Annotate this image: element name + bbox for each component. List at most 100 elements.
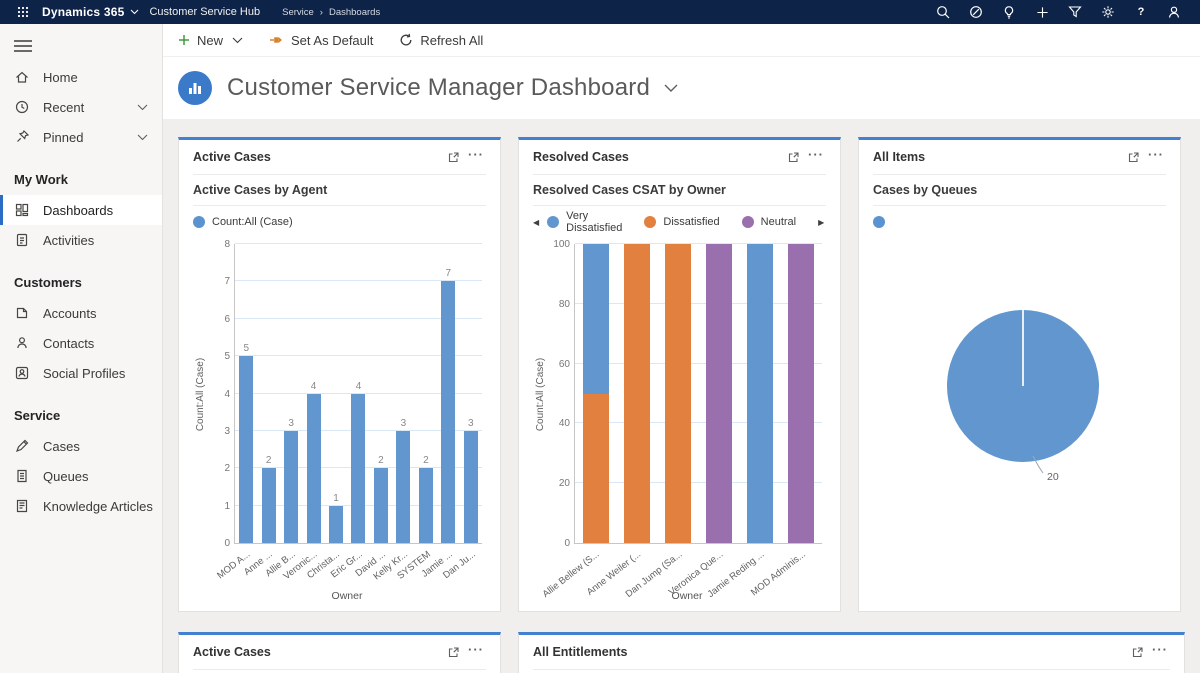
chart-legend: Count:All (Case): [193, 206, 486, 238]
bar-SYSTEM[interactable]: [419, 468, 433, 543]
x-axis-labels: Allie Bellew (S...Anne Weiler (...Dan Ju…: [574, 544, 822, 592]
breadcrumb-service[interactable]: Service: [282, 7, 314, 18]
bar-value-label: 3: [401, 418, 407, 429]
bar-value-label: 2: [378, 455, 384, 466]
bar-Kelly Kr...[interactable]: [396, 431, 410, 543]
card-title: Active Cases: [193, 645, 271, 659]
sidebar-item-label: Queues: [43, 469, 89, 484]
sidebar-section-title: Customers: [0, 255, 162, 298]
app-name[interactable]: Dynamics 365: [42, 5, 124, 19]
hub-name[interactable]: Customer Service Hub: [149, 6, 260, 18]
lightbulb-icon[interactable]: [997, 1, 1021, 23]
more-options-icon[interactable]: ···: [804, 147, 826, 167]
stacked-bar-Jamie Reding ...[interactable]: [747, 244, 773, 543]
bar-Jamie ...[interactable]: [441, 281, 455, 543]
set-as-default-button[interactable]: Set As Default: [269, 33, 373, 48]
account-icon[interactable]: [1162, 1, 1186, 23]
sidebar-item-accounts[interactable]: Accounts: [0, 298, 162, 328]
bar-David ...[interactable]: [374, 468, 388, 543]
legend-item: Count:All (Case): [193, 216, 293, 228]
expand-icon[interactable]: [1126, 646, 1148, 659]
legend-item: [873, 216, 885, 228]
expand-icon[interactable]: [782, 151, 804, 164]
bar-Christa...[interactable]: [329, 506, 343, 543]
chevron-down-icon[interactable]: [130, 9, 139, 15]
sidebar-section-title: My Work: [0, 152, 162, 195]
y-tick-label: 40: [548, 418, 570, 429]
feedback-icon[interactable]: [964, 1, 988, 23]
refresh-icon: [399, 33, 413, 47]
card-resolved-cases: Resolved Cases ··· Resolved Cases CSAT b…: [518, 137, 841, 612]
social-profiles-icon: [14, 365, 30, 381]
waffle-menu-icon[interactable]: [10, 6, 36, 18]
stacked-bar-Allie Bellew (S...[interactable]: [583, 244, 609, 543]
legend-next-icon[interactable]: ▶: [818, 218, 824, 227]
breadcrumb-separator: ›: [320, 7, 323, 18]
y-tick-label: 0: [548, 538, 570, 549]
bars-group: 52341423273: [235, 244, 482, 543]
expand-icon[interactable]: [442, 151, 464, 164]
plot-column: 020406080100Allie Bellew (S...Anne Weile…: [548, 244, 826, 602]
chart-title: Cases by Queues: [873, 175, 1166, 206]
sidebar-item-label: Social Profiles: [43, 366, 125, 381]
home-icon: [14, 69, 30, 85]
chevron-down-icon[interactable]: [232, 37, 243, 44]
bar-slot: 7: [437, 244, 459, 543]
legend-item: Very Dissatisfied: [547, 210, 622, 234]
y-tick-label: 20: [548, 478, 570, 489]
bar-slot: 5: [235, 244, 257, 543]
new-button[interactable]: New: [178, 33, 243, 48]
legend-label: Neutral: [761, 216, 796, 228]
settings-icon[interactable]: [1096, 1, 1120, 23]
stacked-bar-Veronica Que...[interactable]: [706, 244, 732, 543]
search-icon[interactable]: [931, 1, 955, 23]
filter-icon[interactable]: [1063, 1, 1087, 23]
hamburger-menu-icon[interactable]: [0, 30, 162, 62]
dashboard-selector-chevron-icon[interactable]: [664, 84, 678, 92]
breadcrumb-dashboards[interactable]: Dashboards: [329, 7, 380, 18]
bar-slot: 2: [257, 244, 279, 543]
segment-neutral: [706, 244, 732, 543]
sidebar-item-pinned[interactable]: Pinned: [0, 122, 162, 152]
chart-title: Active Cases by Agent: [193, 175, 486, 206]
chevron-down-icon[interactable]: [137, 134, 148, 141]
expand-icon[interactable]: [1122, 151, 1144, 164]
bar-Dan Ju...[interactable]: [464, 431, 478, 543]
sidebar-item-cases[interactable]: Cases: [0, 431, 162, 461]
stacked-bar-Dan Jump (Sa...[interactable]: [665, 244, 691, 543]
stacked-bar-MOD Adminis...[interactable]: [788, 244, 814, 543]
chevron-down-icon[interactable]: [137, 104, 148, 111]
more-options-icon[interactable]: ···: [1144, 147, 1166, 167]
bar-Allie B...[interactable]: [284, 431, 298, 543]
y-tick-label: 1: [208, 501, 230, 512]
topbar-actions: ?: [931, 1, 1190, 23]
bar-slot: 4: [302, 244, 324, 543]
sidebar-item-queues[interactable]: Queues: [0, 461, 162, 491]
chart: Count:All (Case)01234567852341423273MOD …: [193, 244, 486, 602]
segment-neutral: [788, 244, 814, 543]
sidebar-item-home[interactable]: Home: [0, 62, 162, 92]
more-options-icon[interactable]: ···: [1148, 642, 1170, 662]
bar-slot: [781, 244, 822, 543]
sidebar-section-title: Service: [0, 388, 162, 431]
more-options-icon[interactable]: ···: [464, 147, 486, 167]
legend-prev-icon[interactable]: ◀: [533, 218, 539, 227]
sidebar-item-contacts[interactable]: Contacts: [0, 328, 162, 358]
sidebar-item-recent[interactable]: Recent: [0, 92, 162, 122]
bar-Veronic...[interactable]: [307, 394, 321, 544]
expand-icon[interactable]: [442, 646, 464, 659]
more-options-icon[interactable]: ···: [464, 642, 486, 662]
sidebar-item-knowledge-articles[interactable]: Knowledge Articles: [0, 491, 162, 521]
sidebar-item-social-profiles[interactable]: Social Profiles: [0, 358, 162, 388]
card-title: All Items: [873, 150, 925, 164]
sidebar-item-dashboards[interactable]: Dashboards: [0, 195, 162, 225]
help-icon[interactable]: ?: [1129, 1, 1153, 23]
sidebar-item-activities[interactable]: Activities: [0, 225, 162, 255]
stacked-bar-Anne Weiler (...[interactable]: [624, 244, 650, 543]
quick-create-icon[interactable]: [1030, 1, 1054, 23]
bar-MOD A...[interactable]: [239, 356, 253, 543]
command-bar: New Set As Default Refresh All: [163, 24, 1200, 57]
bar-Eric Gr...[interactable]: [351, 394, 365, 544]
refresh-all-button[interactable]: Refresh All: [399, 33, 483, 48]
bar-Anne ...[interactable]: [262, 468, 276, 543]
